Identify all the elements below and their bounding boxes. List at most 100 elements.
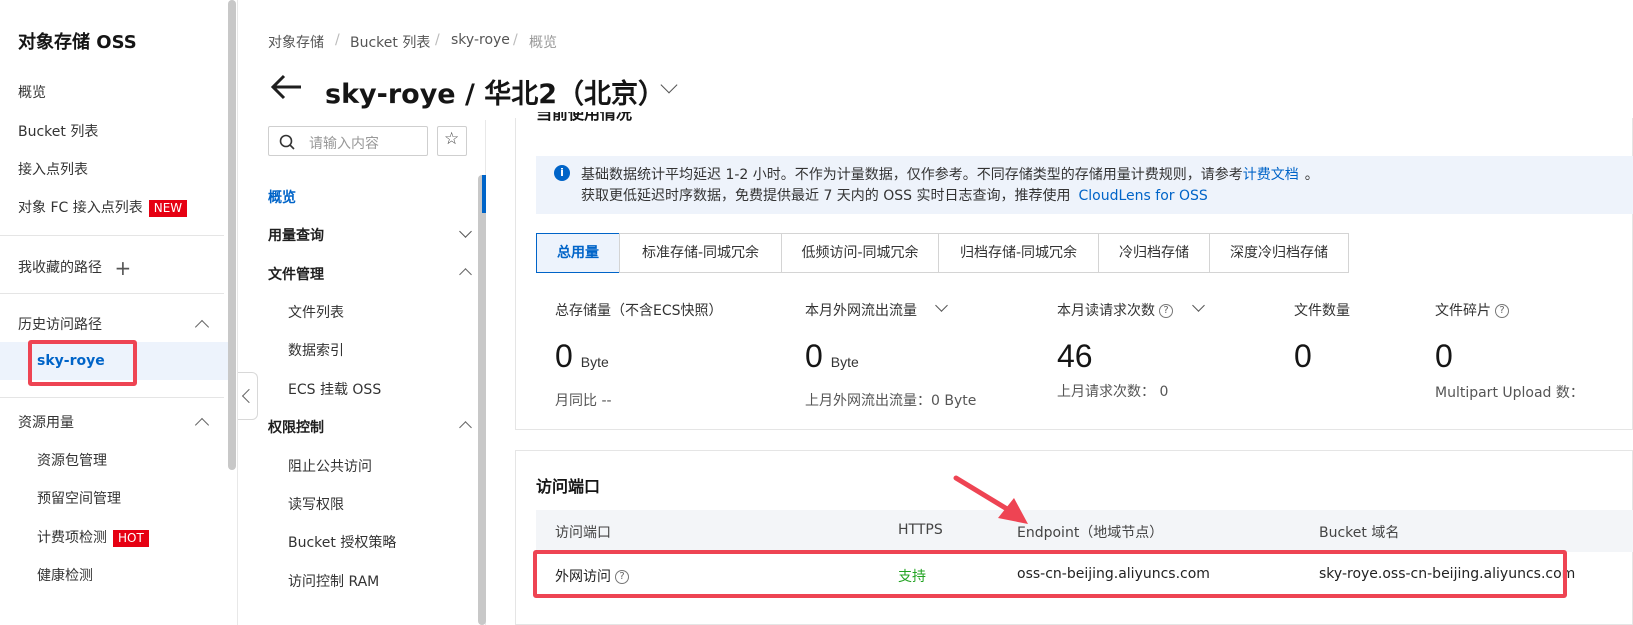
nav-item-bucket-policy[interactable]: Bucket 授权策略 [288, 532, 396, 552]
nav-item-rw-permission[interactable]: 读写权限 [288, 494, 344, 514]
sidebar-item-overview[interactable]: 概览 [18, 82, 46, 102]
column-header-port: 访问端口 [555, 525, 611, 541]
metric-files-value: 0 [1294, 338, 1312, 374]
nav-item-data-index[interactable]: 数据索引 [288, 340, 344, 360]
sidebar-group-resources[interactable]: 资源用量 [18, 412, 74, 432]
metric-fragments-sub: Multipart Upload 数： [1435, 385, 1584, 401]
chevron-up-icon[interactable] [194, 417, 210, 433]
help-icon[interactable]: ? [1159, 304, 1173, 318]
sidebar-item-fc-access-points[interactable]: 对象 FC 接入点列表 NEW [18, 197, 188, 217]
divider [0, 397, 224, 398]
breadcrumb-separator: / [435, 32, 440, 48]
info-line-1: 基础数据统计平均延迟 1-2 小时。不作为计量数据，仅作参考。不同存储类型的存储… [581, 164, 1319, 184]
sidebar-item-favorites[interactable]: 我收藏的路径 + [18, 256, 131, 280]
info-text: 。 [1304, 167, 1319, 183]
collapse-sidebar-button[interactable] [238, 372, 258, 420]
sidebar-item-resource-pack[interactable]: 资源包管理 [37, 450, 107, 470]
breadcrumb-oss[interactable]: 对象存储 [268, 32, 324, 52]
favorites-label: 我收藏的路径 [18, 260, 102, 276]
tab-archive[interactable]: 归档存储-同城冗余 [938, 233, 1099, 273]
column-header-https: HTTPS [898, 522, 943, 538]
nav-group-access-control[interactable]: 权限控制 [268, 417, 324, 437]
plus-icon[interactable]: + [114, 256, 131, 280]
tab-infrequent[interactable]: 低频访问-同城冗余 [781, 233, 939, 273]
metric-fragments-value: 0 [1435, 338, 1453, 374]
cloudlens-link[interactable]: CloudLens for OSS [1079, 188, 1208, 204]
sidebar-group-history[interactable]: 历史访问路径 [18, 314, 102, 334]
chevron-up-icon[interactable] [194, 319, 210, 335]
metric-traffic-label[interactable]: 本月外网流出流量 [805, 300, 917, 320]
breadcrumb-separator: / [513, 32, 518, 48]
label: 本月外网流出流量 [805, 303, 917, 319]
sidebar-item-label: 计费项检测 [37, 530, 107, 546]
search-placeholder: 请输入内容 [309, 136, 379, 152]
metric-files-label: 文件数量 [1294, 303, 1350, 319]
metric-requests-sub: 上月请求次数： 0 [1057, 384, 1169, 400]
divider [0, 293, 224, 294]
endpoint-section-title: 访问端口 [536, 477, 601, 496]
tab-deep-cold-archive[interactable]: 深度冷归档存储 [1209, 233, 1349, 273]
info-line-2: 获取更低延迟时序数据，免费提供最近 7 天内的 OSS 实时日志查询，推荐使用 C… [581, 185, 1208, 205]
chevron-left-icon [241, 388, 257, 404]
nav-item-overview[interactable]: 概览 [268, 187, 296, 207]
info-banner: i 基础数据统计平均延迟 1-2 小时。不作为计量数据，仅作参考。不同存储类型的… [536, 156, 1633, 214]
sidebar-title: 对象存储 OSS [18, 32, 137, 53]
hot-badge: HOT [113, 529, 149, 547]
nav-item-usage-query[interactable]: 用量查询 [268, 225, 324, 245]
breadcrumb-current: 概览 [529, 35, 557, 51]
metric-storage-sub: 月同比 -- [555, 393, 612, 409]
info-text: 基础数据统计平均延迟 1-2 小时。不作为计量数据，仅作参考。不同存储类型的存储… [581, 167, 1243, 183]
sidebar-item-billing-check[interactable]: 计费项检测 HOT [37, 527, 149, 547]
unit: Byte [830, 354, 859, 370]
tab-total[interactable]: 总用量 [536, 233, 620, 273]
search-icon [279, 134, 295, 150]
sidebar-item-label: 对象 FC 接入点列表 [18, 200, 143, 216]
nav-active-indicator [482, 175, 486, 213]
help-icon[interactable]: ? [1495, 304, 1509, 318]
unit: Byte [580, 354, 609, 370]
usage-section-title-text: 当前使用情况 [536, 112, 633, 123]
metric-traffic-sub: 上月外网流出流量：0 Byte [805, 393, 977, 409]
nav-scrollbar[interactable] [478, 175, 486, 625]
annotation-arrow-icon [953, 475, 1028, 524]
nav-item-file-list[interactable]: 文件列表 [288, 302, 344, 322]
tab-standard[interactable]: 标准存储-同城冗余 [619, 233, 782, 273]
metric-storage-label: 总存储量（不含ECS快照） [555, 303, 723, 319]
column-header-domain: Bucket 域名 [1319, 525, 1400, 541]
usage-section-title: 当前使用情况 [536, 112, 632, 126]
divider [0, 235, 224, 236]
page-title: sky-roye / 华北2（北京） [325, 79, 666, 110]
favorite-button[interactable]: ☆ [437, 126, 467, 156]
label: 本月读请求次数 [1057, 303, 1155, 319]
breadcrumb-separator: / [335, 32, 340, 48]
sidebar-item-access-points[interactable]: 接入点列表 [18, 159, 88, 179]
value: 0 [805, 338, 823, 374]
search-input[interactable]: 请输入内容 [268, 126, 428, 156]
breadcrumb-bucket-list[interactable]: Bucket 列表 [350, 32, 430, 52]
nav-item-block-public[interactable]: 阻止公共访问 [288, 456, 372, 476]
nav-item-ram[interactable]: 访问控制 RAM [288, 571, 379, 591]
metric-requests-value: 46 [1057, 338, 1093, 374]
billing-doc-link[interactable]: 计费文档 [1243, 167, 1299, 183]
highlight-box [533, 550, 1567, 598]
back-arrow-icon[interactable] [270, 74, 304, 100]
nav-group-file-mgmt[interactable]: 文件管理 [268, 264, 324, 284]
metric-traffic-value: 0 Byte [805, 338, 859, 375]
nav-item-ecs-mount[interactable]: ECS 挂载 OSS [288, 379, 381, 399]
info-text: 获取更低延迟时序数据，免费提供最近 7 天内的 OSS 实时日志查询，推荐使用 [581, 188, 1071, 204]
tab-cold-archive[interactable]: 冷归档存储 [1098, 233, 1210, 273]
value: 0 [555, 338, 573, 374]
metric-requests-label[interactable]: 本月读请求次数? [1057, 300, 1173, 320]
star-icon: ☆ [444, 129, 460, 149]
highlight-box [28, 340, 137, 386]
metric-fragments-label: 文件碎片? [1435, 300, 1509, 320]
label: 文件碎片 [1435, 303, 1491, 319]
sidebar-item-bucket-list[interactable]: Bucket 列表 [18, 121, 98, 141]
sidebar: 对象存储 OSS 概览 Bucket 列表 接入点列表 对象 FC 接入点列表 N… [0, 0, 238, 625]
info-icon: i [554, 165, 570, 181]
new-badge: NEW [148, 199, 188, 217]
sidebar-item-reserved-space[interactable]: 预留空间管理 [37, 488, 121, 508]
sidebar-item-health-check[interactable]: 健康检测 [37, 565, 93, 585]
breadcrumb-bucket[interactable]: sky-roye [451, 32, 510, 48]
sidebar-scrollbar[interactable] [228, 0, 236, 470]
